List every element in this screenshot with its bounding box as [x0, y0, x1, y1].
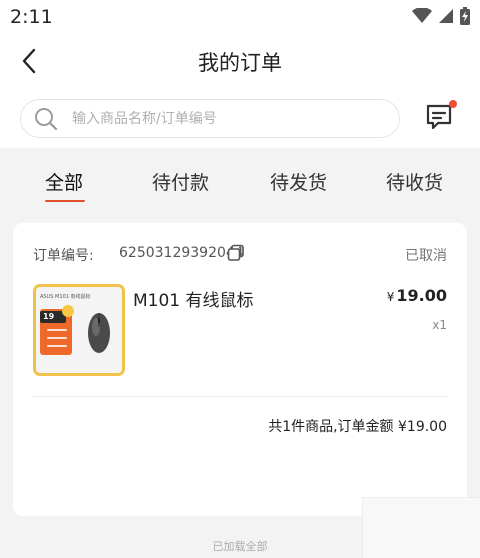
active-tab-indicator [45, 200, 85, 202]
status-bar: 2:11 [0, 0, 480, 34]
order-number: 62503129392044 [119, 245, 244, 261]
thumbnail-badge [62, 305, 74, 317]
messages-button[interactable] [424, 100, 458, 132]
corner-overlay [362, 497, 480, 558]
search-icon [34, 107, 58, 131]
product-name[interactable]: M101 有线鼠标 [133, 286, 254, 311]
status-time: 2:11 [10, 6, 53, 28]
wifi-icon [412, 7, 432, 28]
product-quantity: x1 [432, 318, 447, 332]
status-icons [412, 7, 470, 29]
search-input[interactable] [72, 110, 372, 127]
order-tabs: 全部 待付款 待发货 待收货 [0, 148, 480, 208]
header: 我的订单 [0, 38, 480, 84]
tab-pending-payment[interactable]: 待付款 [152, 168, 209, 195]
product-price: ¥19.00 [387, 286, 447, 305]
divider [33, 396, 447, 397]
order-status: 已取消 [405, 248, 447, 264]
price-value: 19.00 [396, 286, 447, 305]
currency-symbol: ¥ [386, 290, 395, 304]
page-title: 我的订单 [198, 51, 282, 75]
order-card[interactable]: 订单编号: 62503129392044 已取消 ASUS M101 有线鼠标 … [13, 223, 467, 516]
tab-pending-receipt[interactable]: 待收货 [386, 168, 443, 195]
thumbnail-caption: ASUS M101 有线鼠标 [40, 294, 91, 300]
mouse-product-image [88, 313, 110, 353]
unread-badge-dot [449, 100, 457, 108]
product-thumbnail[interactable]: ASUS M101 有线鼠标 19 [33, 284, 125, 376]
cellular-signal-icon [438, 8, 454, 28]
order-number-label: 订单编号: [33, 248, 94, 264]
search-box[interactable] [20, 99, 400, 138]
battery-charging-icon [460, 7, 470, 29]
tab-all[interactable]: 全部 [45, 168, 83, 195]
tab-pending-shipment[interactable]: 待发货 [270, 168, 327, 195]
order-summary: 共1件商品,订单金额 ¥19.00 [268, 419, 447, 435]
copy-icon[interactable] [227, 244, 245, 262]
